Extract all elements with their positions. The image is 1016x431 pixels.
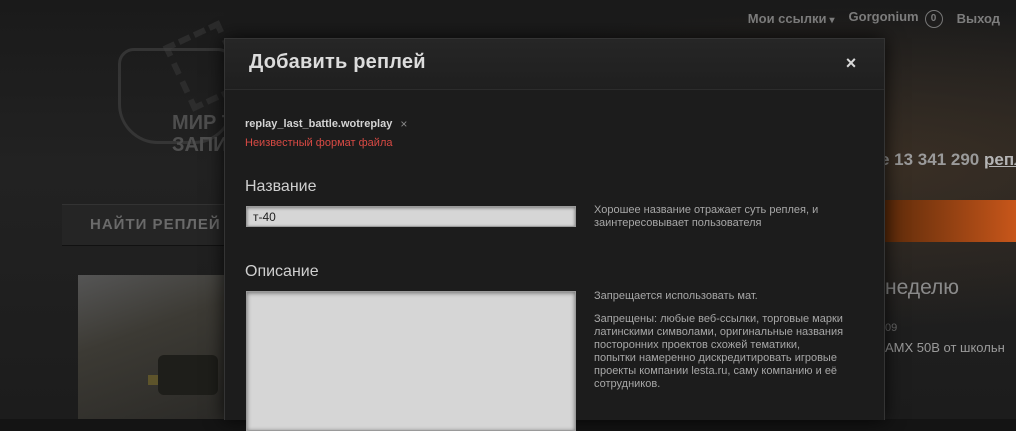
my-links-menu[interactable]: Мои ссылки ▾: [748, 11, 835, 26]
chevron-down-icon: ▾: [829, 14, 835, 26]
find-replay-menu[interactable]: НАЙТИ РЕПЛЕЙ: [62, 204, 242, 246]
notification-badge[interactable]: 0: [924, 9, 943, 28]
replay-title-link[interactable]: AMX 50B от школьн: [885, 340, 1005, 355]
title-input[interactable]: [246, 206, 576, 227]
file-format-error: Неизвестный формат файла: [245, 137, 393, 149]
description-label: Описание: [245, 263, 319, 280]
file-name: replay_last_battle.wotreplay: [245, 118, 393, 130]
replay-counter: е 13 341 290 репл: [880, 150, 1016, 170]
orange-banner: [882, 200, 1016, 242]
top-navigation: Мои ссылки ▾ Gorgonium 0 Выход: [0, 0, 1016, 36]
replay-thumbnail[interactable]: [78, 275, 228, 419]
close-icon[interactable]: ×: [842, 53, 860, 73]
add-replay-dialog: Добавить реплей × replay_last_battle.wot…: [224, 38, 885, 431]
replay-date: 09: [885, 322, 898, 334]
week-heading: неделю: [885, 276, 960, 299]
dialog-header: Добавить реплей ×: [225, 39, 884, 90]
logout-link[interactable]: Выход: [957, 11, 1000, 26]
description-textarea[interactable]: [246, 291, 576, 431]
dialog-title: Добавить реплей: [249, 51, 426, 73]
replays-link[interactable]: репл: [984, 150, 1016, 169]
description-hint-profanity: Запрещается использовать мат.: [594, 290, 758, 302]
remove-file-icon[interactable]: ×: [400, 117, 407, 131]
user-profile-link[interactable]: Gorgonium 0: [849, 9, 943, 28]
uploaded-file: replay_last_battle.wotreplay ×: [245, 117, 407, 131]
tank-image: [158, 355, 218, 395]
title-hint: Хорошее название отражает суть реплея, и…: [594, 204, 819, 229]
title-label: Название: [245, 178, 317, 195]
description-hint-rules: Запрещены: любые веб-ссылки, торговые ма…: [594, 313, 844, 390]
